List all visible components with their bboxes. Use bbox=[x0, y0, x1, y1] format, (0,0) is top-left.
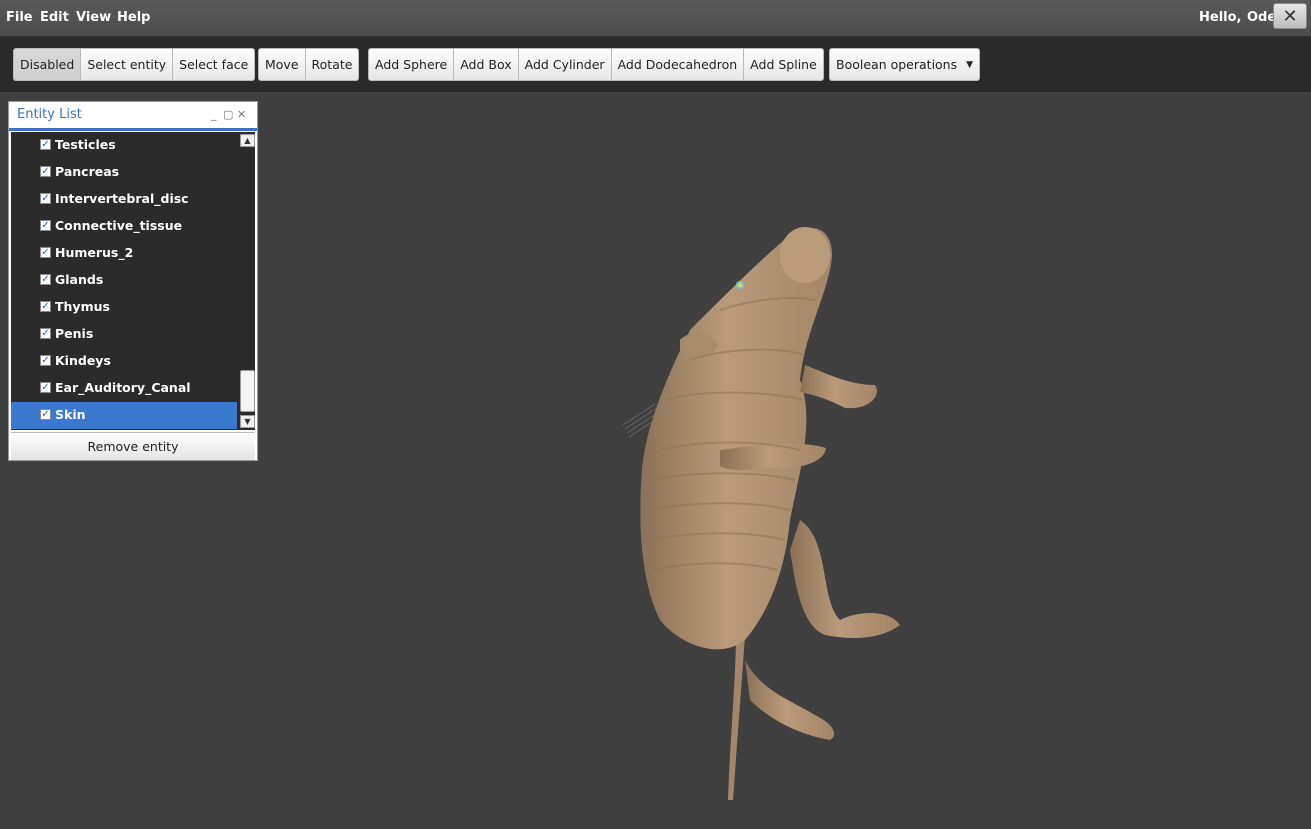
menu-bar: File Edit View Help Hello, Ode ✕ bbox=[0, 0, 1311, 37]
minimize-icon[interactable]: _ bbox=[211, 108, 217, 121]
add-sphere-button[interactable]: Add Sphere bbox=[368, 48, 455, 81]
model-front-leg-right bbox=[800, 365, 877, 409]
model-hind-leg-left bbox=[745, 660, 835, 740]
list-item[interactable]: ✓ Testicles bbox=[11, 132, 237, 159]
boolean-operations-dropdown[interactable]: Boolean operations ▼ bbox=[829, 48, 981, 81]
list-item[interactable]: ✓ Ear_Auditory_Canal bbox=[11, 375, 237, 402]
selection-mode-group: Disabled Select entity Select face bbox=[13, 48, 256, 81]
model-head bbox=[780, 227, 830, 283]
select-face-button[interactable]: Select face bbox=[173, 48, 256, 81]
checkbox[interactable]: ✓ bbox=[40, 409, 51, 420]
list-item-label: Connective_tissue bbox=[55, 218, 183, 233]
panel-header[interactable]: Entity List _ ▢ ✕ bbox=[9, 102, 257, 131]
move-button[interactable]: Move bbox=[258, 48, 306, 81]
checkbox[interactable]: ✓ bbox=[40, 139, 51, 150]
entity-list: ✓ Testicles ✓ Pancreas ✓ Intervertebral_… bbox=[11, 132, 255, 430]
list-item-label: Humerus_2 bbox=[55, 245, 134, 260]
close-icon[interactable]: ✕ bbox=[237, 108, 246, 121]
transform-group: Move Rotate bbox=[258, 48, 360, 81]
menu-file[interactable]: File bbox=[6, 10, 33, 25]
checkbox[interactable]: ✓ bbox=[40, 220, 51, 231]
menu-edit[interactable]: Edit bbox=[40, 10, 69, 25]
add-cylinder-button[interactable]: Add Cylinder bbox=[518, 48, 612, 81]
list-item-label: Pancreas bbox=[55, 164, 120, 179]
checkbox[interactable]: ✓ bbox=[40, 166, 51, 177]
list-item-label: Testicles bbox=[55, 137, 116, 152]
rotate-button[interactable]: Rotate bbox=[305, 48, 360, 81]
panel-title: Entity List bbox=[17, 107, 82, 122]
entity-list-panel: Entity List _ ▢ ✕ ✓ Testicles ✓ Pancreas… bbox=[8, 101, 258, 461]
menu-view[interactable]: View bbox=[76, 10, 111, 25]
checkbox[interactable]: ✓ bbox=[40, 328, 51, 339]
list-item[interactable]: ✓ Pancreas bbox=[11, 159, 237, 186]
model-hind-leg-right bbox=[790, 520, 900, 638]
menu-help[interactable]: Help bbox=[117, 10, 150, 25]
list-item[interactable]: ✓ Intervertebral_disc bbox=[11, 186, 237, 213]
list-scrollbar[interactable]: ▲ ▼ bbox=[239, 132, 255, 430]
list-item[interactable]: ✓ Thymus bbox=[11, 294, 237, 321]
scroll-up-icon[interactable]: ▲ bbox=[240, 134, 255, 147]
checkbox[interactable]: ✓ bbox=[40, 355, 51, 366]
list-item-label: Penis bbox=[55, 326, 94, 341]
add-dodecahedron-button[interactable]: Add Dodecahedron bbox=[611, 48, 745, 81]
checkbox[interactable]: ✓ bbox=[40, 193, 51, 204]
list-item-label: Kindeys bbox=[55, 353, 111, 368]
add-spline-button[interactable]: Add Spline bbox=[744, 48, 824, 81]
checkbox[interactable]: ✓ bbox=[40, 274, 51, 285]
list-item-label: Ear_Auditory_Canal bbox=[55, 380, 191, 395]
scroll-thumb[interactable] bbox=[240, 370, 255, 412]
list-item[interactable]: ✓ Penis bbox=[11, 321, 237, 348]
list-item-label: Glands bbox=[55, 272, 104, 287]
list-item[interactable]: ✓ Kindeys bbox=[11, 348, 237, 375]
username-text[interactable]: Ode bbox=[1247, 10, 1276, 25]
scroll-down-icon[interactable]: ▼ bbox=[240, 415, 255, 428]
maximize-icon[interactable]: ▢ bbox=[223, 108, 233, 121]
model-tail bbox=[728, 635, 745, 800]
list-item[interactable]: ✓ Glands bbox=[11, 267, 237, 294]
list-item-selected[interactable]: ✓ Skin bbox=[11, 402, 237, 429]
close-icon[interactable]: ✕ bbox=[1273, 3, 1307, 29]
toolbar: Disabled Select entity Select face Move … bbox=[0, 37, 1311, 92]
checkbox[interactable]: ✓ bbox=[40, 382, 51, 393]
checkbox[interactable]: ✓ bbox=[40, 301, 51, 312]
select-entity-button[interactable]: Select entity bbox=[81, 48, 174, 81]
greeting-text: Hello, bbox=[1199, 10, 1242, 25]
remove-entity-button[interactable]: Remove entity bbox=[11, 432, 255, 460]
list-item[interactable]: ✓ Connective_tissue bbox=[11, 213, 237, 240]
add-box-button[interactable]: Add Box bbox=[454, 48, 519, 81]
disabled-mode-button[interactable]: Disabled bbox=[13, 48, 82, 81]
boolean-operations-label: Boolean operations bbox=[836, 57, 958, 72]
list-item[interactable]: ✓ Humerus_2 bbox=[11, 240, 237, 267]
checkbox[interactable]: ✓ bbox=[40, 247, 51, 258]
boolean-group: Boolean operations ▼ bbox=[829, 48, 981, 81]
chevron-down-icon: ▼ bbox=[966, 59, 974, 70]
list-item-label: Intervertebral_disc bbox=[55, 191, 189, 206]
list-item-label: Skin bbox=[55, 407, 86, 422]
list-item-label: Thymus bbox=[55, 299, 110, 314]
add-primitive-group: Add Sphere Add Box Add Cylinder Add Dode… bbox=[368, 48, 824, 81]
